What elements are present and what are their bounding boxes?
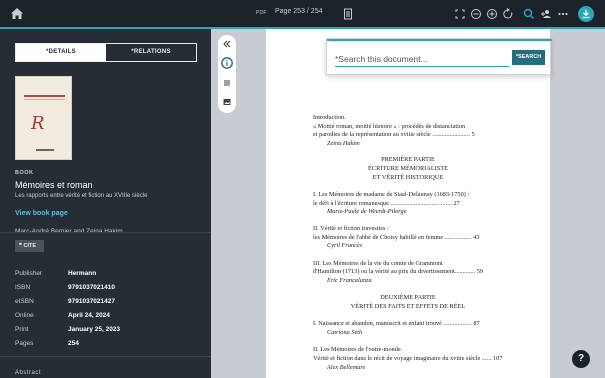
share-icon[interactable]: [538, 6, 554, 22]
cite-button[interactable]: ❞ CITE: [15, 240, 44, 252]
toc-author: Alex Bellemare: [327, 364, 366, 371]
download-icon[interactable]: [577, 5, 595, 23]
cover-monogram: R: [31, 113, 45, 134]
meta-key-publisher: Publisher: [15, 270, 43, 277]
search-popup-accent: [327, 39, 552, 41]
search-input[interactable]: [335, 51, 509, 67]
meta-value-online: April 24, 2024: [68, 312, 110, 319]
tab-relations[interactable]: *RELATIONS: [106, 44, 196, 61]
book-subtitle: Les rapports entre vérité et fiction au …: [15, 193, 148, 199]
page-indicator[interactable]: Page 253 / 254: [275, 8, 323, 15]
collapse-left-icon[interactable]: [222, 39, 232, 49]
meta-value-publisher: Hermann: [68, 270, 97, 277]
panel-divider: [0, 356, 211, 357]
cover-title-band: [24, 95, 65, 97]
meta-value-pages: 254: [68, 340, 79, 347]
viewer-tool-strip: [218, 35, 236, 113]
panel-tabs: *DETAILS *RELATIONS: [15, 43, 197, 62]
meta-key-online: Online: [15, 312, 34, 319]
book-title: Mémoires et roman: [15, 180, 93, 190]
panel-divider: [0, 232, 211, 233]
zoom-out-icon[interactable]: [468, 6, 484, 22]
cite-label: CITE: [23, 243, 37, 249]
document-page: Table des matières Introduction. « Moiti…: [266, 29, 550, 378]
more-icon[interactable]: [555, 6, 571, 22]
toc-line: I. Les Mémoires de madame de Staal-Delau…: [313, 191, 470, 198]
toc-author: Cyril Francès: [327, 242, 363, 249]
meta-key-isbn: ISBN: [15, 284, 31, 291]
fullscreen-icon[interactable]: [452, 6, 468, 22]
meta-key-eisbn: eISBN: [15, 298, 34, 305]
toc-line: II. Vérité et fiction travesties :: [313, 225, 389, 232]
toc-line: « Moitié roman, moitié histoire » : proc…: [313, 123, 466, 130]
toc-part-heading: ET VÉRITÉ HISTORIQUE: [372, 174, 444, 181]
meta-value-isbn: 9791037021410: [68, 284, 115, 291]
toc-part-heading: PREMIÈRE PARTIE: [381, 156, 435, 163]
meta-value-eisbn: 9791037021427: [68, 298, 115, 305]
list-icon[interactable]: [222, 78, 232, 88]
toc-author: Marie-Paule de Weerdt-Pilorge: [327, 208, 407, 215]
book-cover[interactable]: R: [15, 76, 72, 160]
search-button[interactable]: *SEARCH: [512, 50, 545, 65]
toc-line: Vérité et fiction dans le récit de voyag…: [313, 355, 503, 362]
cover-publisher-mark: [36, 149, 54, 151]
toc-author: Eric Francalanza: [327, 277, 372, 284]
zoom-in-icon[interactable]: [484, 6, 500, 22]
search-popup: *SEARCH: [326, 38, 552, 75]
cover-subtitle-band: [24, 99, 65, 100]
tab-details[interactable]: *DETAILS: [16, 44, 106, 61]
meta-key-pages: Pages: [15, 340, 34, 347]
info-icon[interactable]: [221, 57, 233, 69]
abstract-label[interactable]: Abstract: [15, 370, 41, 376]
toc-part-heading: DEUXIÈME PARTIE: [380, 294, 436, 301]
view-book-page-link[interactable]: View book page: [15, 210, 68, 217]
toc-line: I. Naissance et abandon, manuscrit et en…: [313, 320, 480, 327]
toc-author: Catriona Seth: [327, 329, 363, 336]
search-icon[interactable]: [521, 6, 537, 22]
rotate-icon[interactable]: [500, 6, 516, 22]
image-icon[interactable]: [222, 97, 232, 107]
toc-line: Introduction.: [313, 114, 346, 121]
home-icon[interactable]: [9, 6, 25, 22]
toc-line: II. Les Mémoires de l'outre-monde.: [313, 346, 403, 353]
toc-author: Zeina Hakim: [327, 140, 360, 147]
meta-key-print: Print: [15, 326, 29, 333]
toc-part-heading: ÉCRITURE MÉMORIALISTE: [368, 165, 448, 172]
type-label: BOOK: [15, 170, 34, 176]
meta-value-print: January 25, 2023: [68, 326, 121, 333]
top-toolbar: PDF Page 253 / 254: [0, 0, 605, 28]
help-button[interactable]: ?: [572, 350, 590, 368]
toc-line: le défi à l'écriture romanesque ........…: [313, 200, 460, 207]
document-icon[interactable]: [340, 6, 356, 22]
pdf-label[interactable]: PDF: [256, 10, 267, 16]
details-panel: *DETAILS *RELATIONS R BOOK Mémoires et r…: [0, 29, 211, 378]
toc-line: III. Les Mémoires de la vie du comte de …: [313, 260, 443, 267]
toc-line: d'Hamilton (1713) ou la vérité au prix d…: [313, 268, 484, 275]
toc-line: et parodies de la représentation au xvii…: [313, 131, 475, 138]
toc-part-heading: VÉRITÉ DES FAITS ET EFFETS DE RÉEL: [350, 303, 466, 310]
toc-line: les Mémoires de l'abbé de Choisy habillé…: [313, 234, 480, 241]
